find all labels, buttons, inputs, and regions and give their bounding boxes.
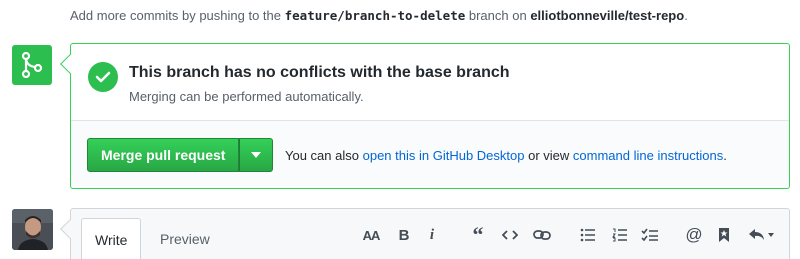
merge-actions: Merge pull request You can also open thi… [71,121,789,188]
triangle-down-icon [251,152,262,158]
alternative-options-text: You can also open this in GitHub Desktop… [285,148,727,163]
open-in-desktop-link[interactable]: open this in GitHub Desktop [363,148,525,163]
bookmark-icon[interactable] [714,225,734,245]
push-info-middle: branch on [468,8,527,23]
push-info-prefix: Add more commits by pushing to the [70,8,281,23]
bold-icon[interactable]: B [394,225,414,245]
merge-method-dropdown[interactable] [239,138,274,172]
merge-status-header: This branch has no conflicts with the ba… [71,44,789,121]
task-list-icon[interactable] [640,225,660,245]
comment-editor: Write Preview AA B i “ @ [60,208,790,259]
command-line-instructions-link[interactable]: command line instructions [573,148,723,163]
push-info-text: Add more commits by pushing to the featu… [70,8,688,23]
merge-status-subtitle: Merging can be performed automatically. [129,89,364,104]
branch-name: feature/branch-to-delete [284,8,466,23]
merge-status-title: This branch has no conflicts with the ba… [129,64,510,81]
git-merge-icon [12,45,52,85]
merge-pull-request-button[interactable]: Merge pull request [87,138,240,172]
italic-icon[interactable]: i [422,225,442,245]
reply-icon[interactable] [746,225,776,245]
link-icon[interactable] [532,225,552,245]
markdown-toolbar: AA B i “ @ [361,222,776,247]
avatar[interactable] [12,209,53,250]
code-icon[interactable] [500,225,520,245]
mention-icon[interactable]: @ [684,225,704,245]
repo-name: elliotbonneville/test-repo [530,8,685,23]
merge-status-box: This branch has no conflicts with the ba… [60,43,790,189]
text-size-icon[interactable]: AA [361,225,381,245]
check-icon [88,62,118,92]
bulleted-list-icon[interactable] [578,225,598,245]
merge-button-group: Merge pull request [87,138,274,172]
tab-preview[interactable]: Preview [147,218,223,259]
quote-icon[interactable]: “ [468,222,488,247]
numbered-list-icon[interactable] [610,225,630,245]
tab-write[interactable]: Write [81,218,142,259]
